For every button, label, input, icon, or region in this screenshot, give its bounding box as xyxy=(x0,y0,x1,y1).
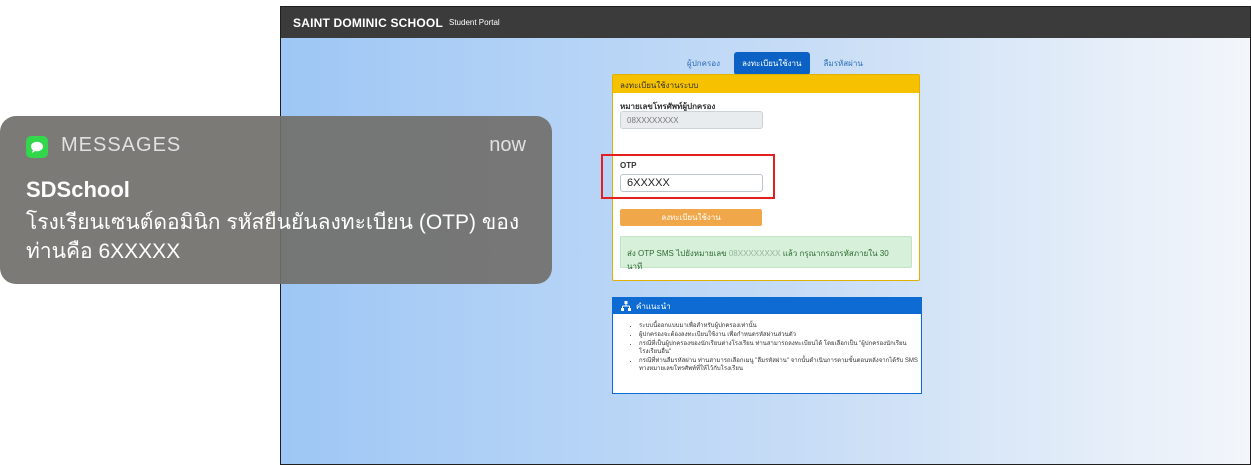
notice-number: 08XXXXXXXX xyxy=(728,249,781,258)
otp-sent-notice: ส่ง OTP SMS ไปยังหมายเลข 08XXXXXXXX แล้ว… xyxy=(620,236,912,271)
navbar: SAINT DOMINIC SCHOOL Student Portal xyxy=(281,7,1250,38)
tab-parent[interactable]: ผู้ปกครอง xyxy=(681,53,726,74)
notification-body-line-1: โรงเรียนเซนต์ดอมินิก รหัสยืนยันลงทะเบียน… xyxy=(26,211,520,234)
otp-label: OTP xyxy=(620,161,637,170)
info-item: กรณีที่ท่านลืมรหัสผ่าน ท่านสามารถเลือกเม… xyxy=(639,357,921,373)
otp-input[interactable]: 6XXXXX xyxy=(620,174,763,192)
phone-input: 08XXXXXXXX xyxy=(620,111,763,129)
notification-body-line-2: ท่านคือ 6XXXXX xyxy=(26,240,181,263)
info-header-text: คำแนะนำ xyxy=(636,301,671,311)
sitemap-icon xyxy=(621,301,631,311)
tab-register[interactable]: ลงทะเบียนใช้งาน xyxy=(733,52,810,75)
chat-bubble-icon xyxy=(26,136,48,158)
info-card: คำแนะนำ ระบบนี้ออกแบบมาเพื่อสำหรับผู้ปกค… xyxy=(612,297,922,394)
notification-body: โรงเรียนเซนต์ดอมินิก รหัสยืนยันลงทะเบียน… xyxy=(26,208,526,266)
notification-time: now xyxy=(489,134,526,156)
register-card: ลงทะเบียนใช้งานระบบ หมายเลขโทรศัพท์ผู้ปก… xyxy=(601,74,920,281)
notification-sender: SDSchool xyxy=(26,177,130,202)
brand-subtitle: Student Portal xyxy=(449,18,500,27)
info-item: กรณีที่เป็นผู้ปกครองของนักเรียนต่างโรงเร… xyxy=(639,340,921,356)
brand-name[interactable]: SAINT DOMINIC SCHOOL xyxy=(293,16,443,30)
register-submit-button[interactable]: ลงทะเบียนใช้งาน xyxy=(620,209,762,226)
tab-forgot-password[interactable]: ลืมรหัสผ่าน xyxy=(818,53,869,74)
info-item: ระบบนี้ออกแบบมาเพื่อสำหรับผู้ปกครองเท่าน… xyxy=(639,322,921,330)
notice-prefix: ส่ง OTP SMS ไปยังหมายเลข xyxy=(627,249,727,258)
messages-notification[interactable]: MESSAGES now SDSchool โรงเรียนเซนต์ดอมิน… xyxy=(0,116,552,284)
register-card-header: ลงทะเบียนใช้งานระบบ xyxy=(613,75,919,93)
notification-app-name: MESSAGES xyxy=(61,134,182,156)
info-list: ระบบนี้ออกแบบมาเพื่อสำหรับผู้ปกครองเท่าน… xyxy=(625,322,921,373)
info-card-header: คำแนะนำ xyxy=(613,298,921,314)
info-item: ผู้ปกครองจะต้องลงทะเบียนใช้งาน เพื่อกำหน… xyxy=(639,331,921,339)
tab-bar: ผู้ปกครอง ลงทะเบียนใช้งาน ลืมรหัสผ่าน xyxy=(681,52,869,75)
